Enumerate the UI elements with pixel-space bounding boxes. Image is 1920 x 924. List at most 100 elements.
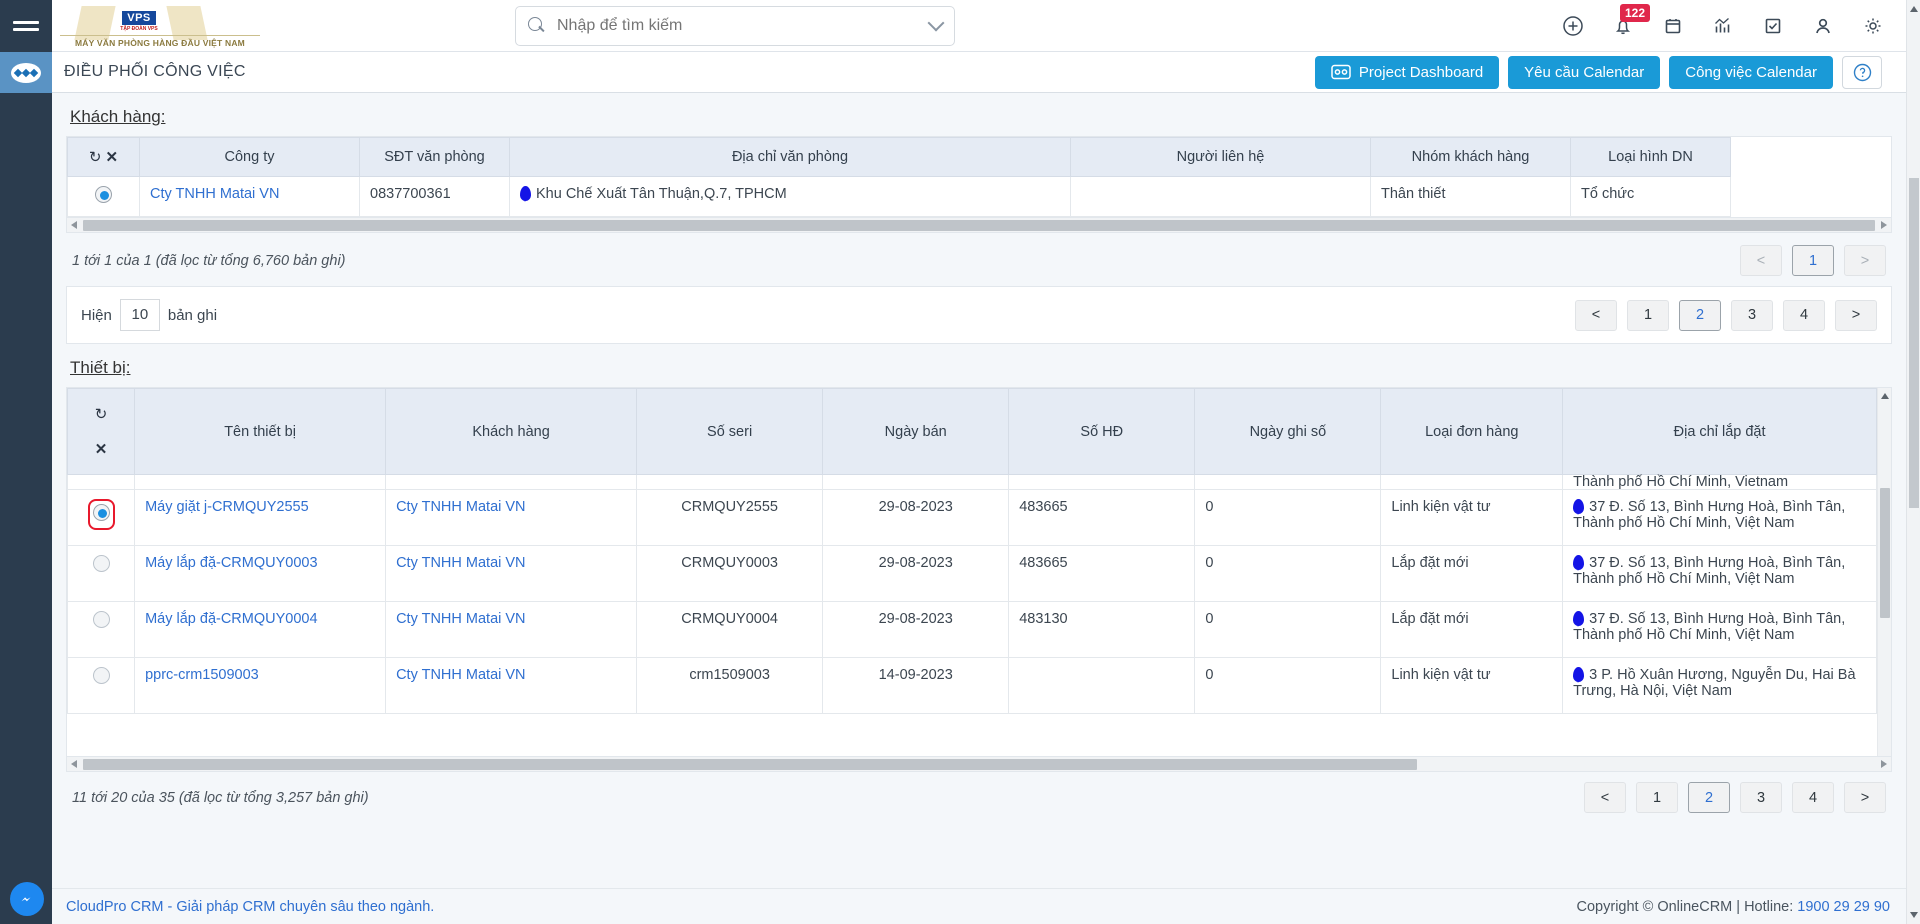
device-table-vscrollbar[interactable] — [1877, 388, 1891, 771]
customer-row-radio-cell[interactable] — [67, 176, 140, 217]
device-header-order-type[interactable]: Loại đơn hàng — [1380, 388, 1564, 475]
device-table-hscrollbar[interactable] — [67, 756, 1891, 771]
yeu-cau-calendar-button[interactable]: Yêu cầu Calendar — [1508, 55, 1661, 89]
refresh-icon[interactable]: ↻ — [89, 149, 102, 166]
customer-header-address[interactable]: Địa chỉ văn phòng — [509, 137, 1071, 177]
customer-header-phone[interactable]: SĐT văn phòng — [359, 137, 510, 177]
device-name-link[interactable]: pprc-crm1509003 — [145, 667, 259, 683]
chart-icon[interactable] — [1710, 13, 1736, 39]
device-header-sale-date[interactable]: Ngày bán — [822, 388, 1010, 475]
page-scrollbar[interactable] — [1906, 0, 1920, 924]
hscroll-left-arrow-icon[interactable] — [71, 221, 77, 229]
user-icon[interactable] — [1810, 13, 1836, 39]
device-top-pager-page-3[interactable]: 3 — [1731, 299, 1773, 331]
row-radio[interactable] — [95, 186, 112, 203]
customer-header-group[interactable]: Nhóm khách hàng — [1370, 137, 1571, 177]
table-row[interactable]: Máy giặt j-CRMQUY2555 Cty TNHH Matai VN … — [67, 489, 1877, 546]
device-pager-page-1[interactable]: 1 — [1636, 782, 1678, 813]
device-pager-prev[interactable]: < — [1584, 782, 1626, 813]
project-dashboard-button[interactable]: Project Dashboard — [1314, 55, 1500, 89]
device-name-link[interactable]: Máy lắp đặ-CRMQUY0003 — [145, 555, 317, 571]
chevron-down-icon[interactable] — [927, 14, 945, 32]
plus-circle-icon[interactable] — [1560, 13, 1586, 39]
clear-icon[interactable]: ✕ — [74, 440, 128, 458]
device-serial-cell: CRMQUY0004 — [636, 601, 824, 658]
table-row[interactable]: pprc-crm1509003 Cty TNHH Matai VN crm150… — [67, 657, 1877, 714]
device-pager-next[interactable]: > — [1844, 782, 1886, 813]
device-top-pager-prev[interactable]: < — [1575, 299, 1617, 331]
device-row-radio-cell[interactable] — [67, 545, 136, 602]
gear-icon[interactable] — [1860, 13, 1886, 39]
customer-header-company[interactable]: Công ty — [139, 137, 360, 177]
calendar-icon[interactable] — [1660, 13, 1686, 39]
row-radio[interactable] — [92, 555, 110, 572]
device-table-viewport: ↻ ✕ Tên thiết bị Khách hàng Số seri Ngày… — [67, 388, 1877, 756]
cong-viec-calendar-button[interactable]: Công việc Calendar — [1669, 55, 1833, 89]
device-name-link[interactable]: Máy giặt j-CRMQUY2555 — [145, 499, 309, 515]
device-customer-link[interactable]: Cty TNHH Matai VN — [396, 611, 525, 627]
customer-pager-page-1[interactable]: 1 — [1792, 245, 1834, 276]
refresh-icon[interactable]: ↻ — [74, 405, 128, 423]
device-row-radio-cell[interactable] — [67, 489, 136, 546]
hscroll-right-arrow-icon[interactable] — [1881, 221, 1887, 229]
device-row-radio-cell[interactable] — [67, 657, 136, 714]
search-icon — [528, 17, 545, 34]
device-section-label: Thiết bị: — [70, 358, 131, 377]
row-radio[interactable] — [92, 611, 110, 628]
customer-table-hscrollbar[interactable] — [67, 217, 1891, 232]
search-box[interactable] — [515, 5, 955, 46]
device-pager-page-2[interactable]: 2 — [1688, 782, 1730, 813]
checkbox-task-icon[interactable] — [1760, 13, 1786, 39]
table-row[interactable]: Máy lắp đặ-CRMQUY0004 Cty TNHH Matai VN … — [67, 601, 1877, 658]
hscroll-thumb[interactable] — [83, 220, 1875, 231]
page-scroll-up-arrow-icon[interactable] — [1910, 6, 1918, 12]
device-top-pager-page-2[interactable]: 2 — [1679, 299, 1721, 331]
device-customer-link[interactable]: Cty TNHH Matai VN — [396, 499, 525, 515]
footer-hotline-link[interactable]: 1900 29 29 90 — [1797, 899, 1890, 915]
device-header-name[interactable]: Tên thiết bị — [134, 388, 387, 475]
help-button[interactable] — [1842, 55, 1882, 89]
hscroll-thumb[interactable] — [83, 759, 1417, 770]
device-header-contract[interactable]: Số HĐ — [1008, 388, 1196, 475]
device-customer-link[interactable]: Cty TNHH Matai VN — [396, 667, 525, 683]
device-header-serial[interactable]: Số seri — [636, 388, 824, 475]
row-radio[interactable] — [92, 504, 110, 521]
vscroll-up-arrow-icon[interactable] — [1881, 393, 1889, 399]
hamburger-icon[interactable] — [13, 17, 39, 35]
device-order-type-cell: Linh kiện vật tư — [1380, 489, 1564, 546]
device-customer-link[interactable]: Cty TNHH Matai VN — [396, 555, 525, 571]
hscroll-right-arrow-icon[interactable] — [1881, 760, 1887, 768]
page-scroll-down-arrow-icon[interactable] — [1910, 912, 1918, 918]
messenger-button[interactable] — [10, 882, 44, 916]
table-row-partial[interactable]: Thành phố Hồ Chí Minh, Vietnam — [67, 474, 1877, 490]
row-radio[interactable] — [92, 667, 110, 684]
customer-pager-next[interactable]: > — [1844, 245, 1886, 276]
device-pager-page-4[interactable]: 4 — [1792, 782, 1834, 813]
hscroll-left-arrow-icon[interactable] — [71, 760, 77, 768]
customer-header-type[interactable]: Loại hình DN — [1570, 137, 1731, 177]
device-name-link[interactable]: Máy lắp đặ-CRMQUY0004 — [145, 611, 317, 627]
device-header-customer[interactable]: Khách hàng — [385, 388, 638, 475]
customer-company-link[interactable]: Cty TNHH Matai VN — [150, 186, 279, 202]
device-serial-cell: CRMQUY0003 — [636, 545, 824, 602]
customer-header-contact[interactable]: Người liên hệ — [1070, 137, 1371, 177]
device-header-record-date[interactable]: Ngày ghi số — [1194, 388, 1382, 475]
table-row[interactable]: Cty TNHH Matai VN 0837700361 Khu Chế Xuấ… — [67, 176, 1891, 217]
device-row-radio-cell[interactable] — [67, 601, 136, 658]
device-record-date-cell: 0 — [1194, 657, 1382, 714]
device-top-pager-next[interactable]: > — [1835, 299, 1877, 331]
menu-toggle[interactable] — [0, 0, 52, 52]
device-pager-page-3[interactable]: 3 — [1740, 782, 1782, 813]
table-row[interactable]: Máy lắp đặ-CRMQUY0003 Cty TNHH Matai VN … — [67, 545, 1877, 602]
bell-icon[interactable]: 122 — [1610, 3, 1651, 39]
sidebar-app-icon[interactable] — [0, 52, 52, 93]
device-top-pager-page-4[interactable]: 4 — [1783, 299, 1825, 331]
customer-pager-prev[interactable]: < — [1740, 245, 1782, 276]
page-scroll-thumb[interactable] — [1909, 178, 1919, 508]
vscroll-thumb[interactable] — [1880, 488, 1890, 618]
clear-icon[interactable]: ✕ — [106, 149, 119, 166]
search-input[interactable] — [555, 15, 924, 36]
device-header-install-address[interactable]: Địa chỉ lắp đặt — [1562, 388, 1877, 475]
page-length-input[interactable]: 10 — [119, 299, 160, 331]
device-top-pager-page-1[interactable]: 1 — [1627, 299, 1669, 331]
